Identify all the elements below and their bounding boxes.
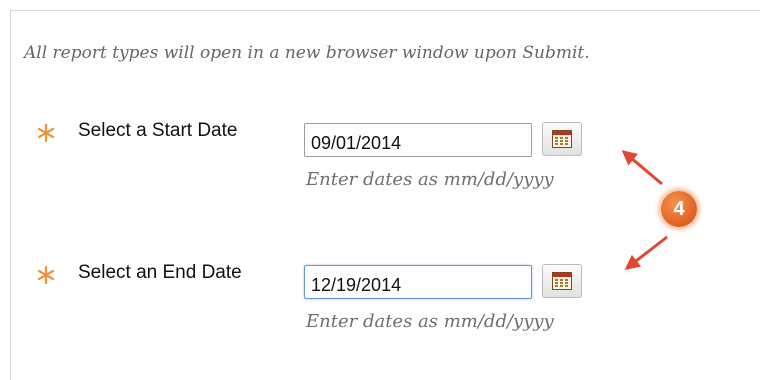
start-date-input[interactable] bbox=[304, 123, 532, 157]
start-date-calendar-button[interactable] bbox=[542, 122, 582, 156]
end-date-format-hint: Enter dates as mm/dd/yyyy bbox=[306, 311, 554, 332]
required-star-icon bbox=[37, 124, 55, 142]
start-date-label: Select a Start Date bbox=[78, 120, 238, 141]
end-date-calendar-button[interactable] bbox=[542, 264, 582, 298]
end-date-input[interactable] bbox=[304, 265, 532, 299]
required-star-icon bbox=[37, 266, 55, 284]
callout-badge: 4 bbox=[661, 191, 697, 227]
end-date-label: Select an End Date bbox=[78, 262, 242, 283]
calendar-icon bbox=[552, 272, 572, 290]
report-info-text: All report types will open in a new brow… bbox=[24, 43, 590, 63]
start-date-row: Select a Start Date Enter dates as mm/dd… bbox=[0, 117, 760, 207]
end-date-row: Select an End Date Enter dates as mm/dd/… bbox=[0, 259, 760, 349]
start-date-format-hint: Enter dates as mm/dd/yyyy bbox=[306, 169, 554, 190]
calendar-icon bbox=[552, 130, 572, 148]
